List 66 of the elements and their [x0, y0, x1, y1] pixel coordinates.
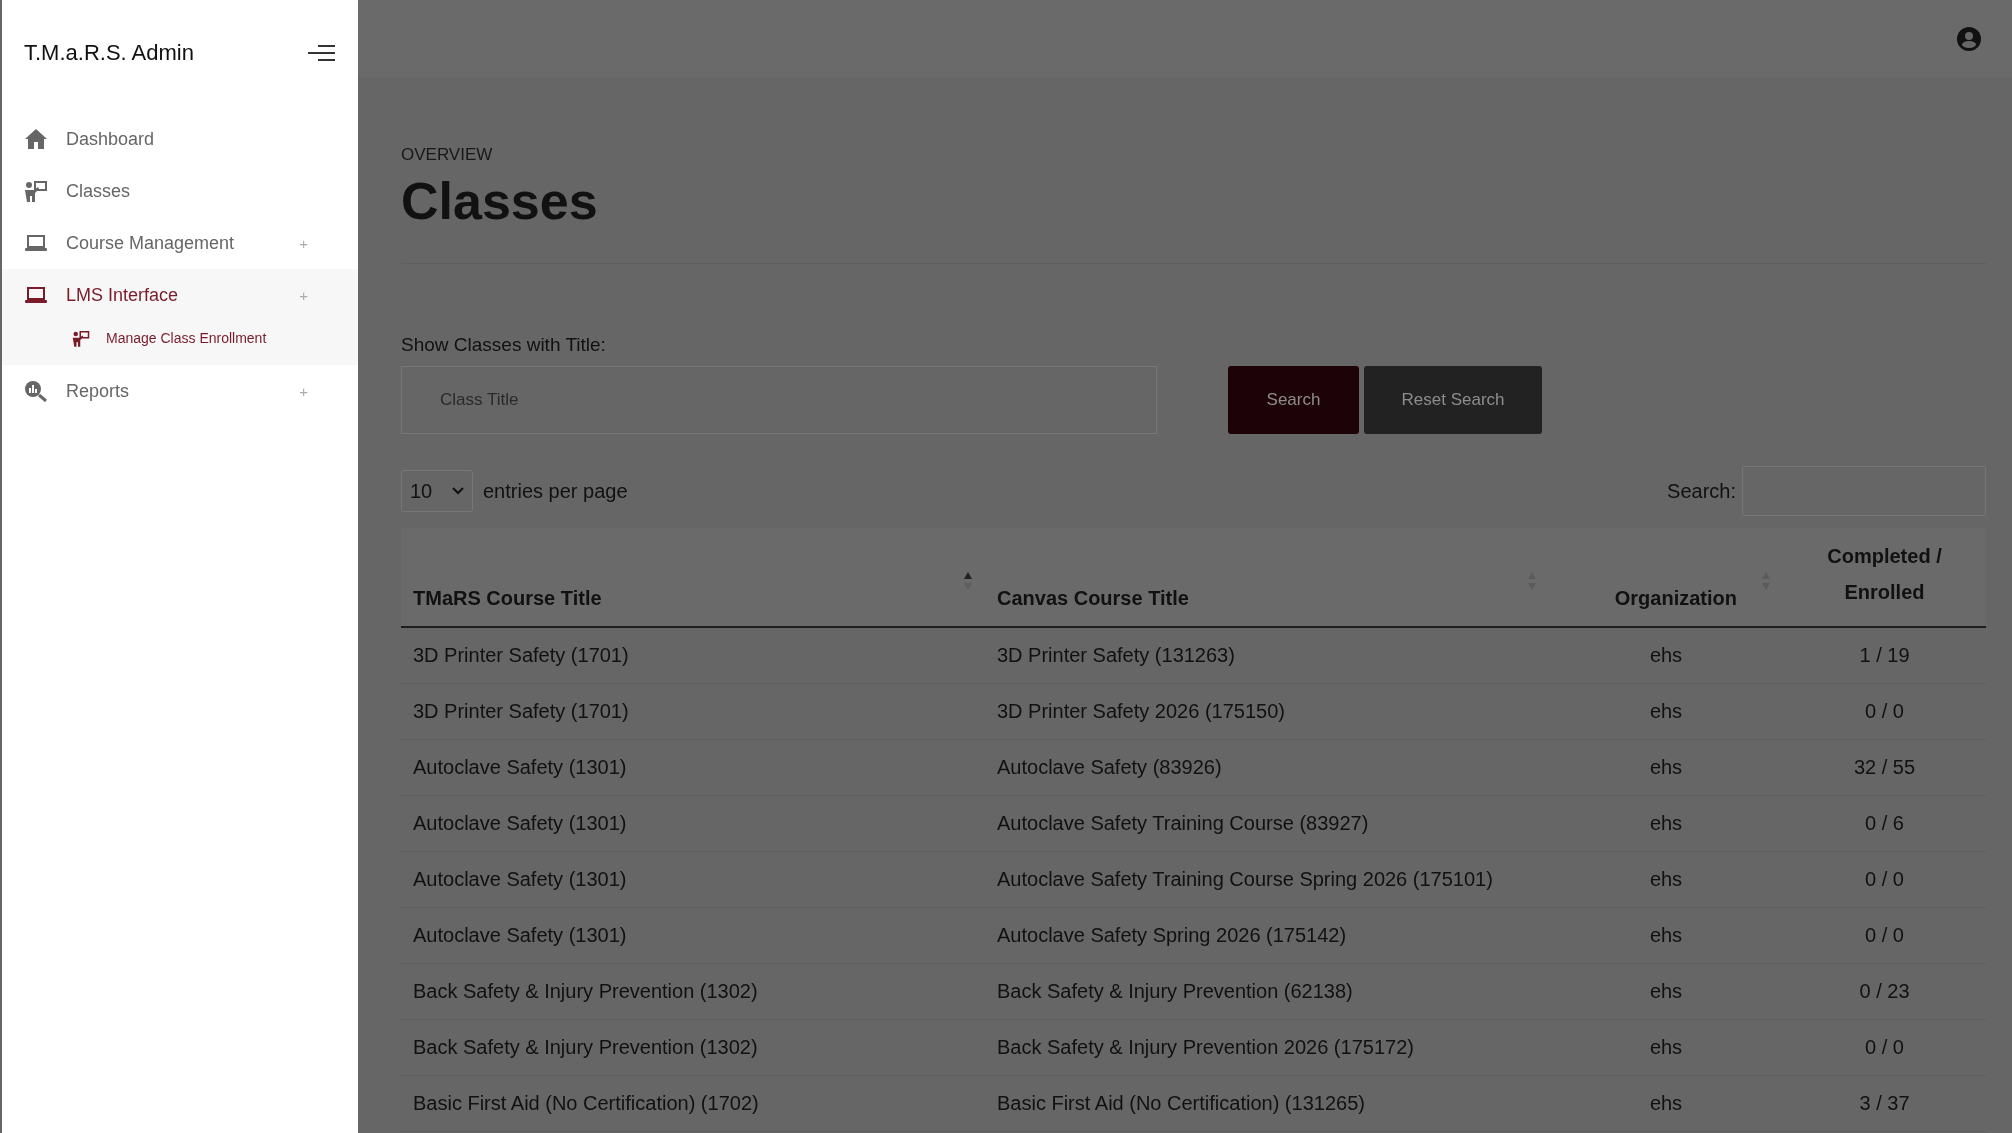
table-cell: ehs [1649, 644, 1683, 666]
table-cell: ehs [1649, 700, 1683, 722]
table-cell: 3D Printer Safety (131263) [997, 644, 1235, 666]
column-header[interactable]: Organization [1614, 587, 1737, 610]
search-button[interactable]: Search [1228, 366, 1359, 434]
table-cell: 0 / 0 [1865, 924, 1904, 946]
page-size-label: entries per page [483, 479, 628, 503]
table-cell: Autoclave Safety (1301) [413, 924, 627, 946]
column-header[interactable]: Canvas Course Title [997, 587, 1189, 610]
table-cell: 0 / 23 [1859, 980, 1910, 1002]
laptop-icon [24, 233, 48, 253]
table-cell: Autoclave Safety Training Course Spring 2026 (175101) [997, 868, 1493, 890]
search-chart-icon [24, 380, 48, 402]
field-label: Show Classes with Title: [401, 334, 607, 356]
table-cell: 0 / 0 [1865, 700, 1904, 722]
sidebar-item[interactable]: Reports + [2, 365, 358, 417]
page-title: Classes [401, 171, 599, 231]
table-cell: 32 / 55 [1853, 756, 1916, 778]
table-cell: Basic First Aid (No Certification) (131265) [997, 1092, 1365, 1114]
table-cell: Basic First Aid (No Certification) (1702) [413, 1092, 759, 1114]
page-size-select[interactable]: 10 [401, 470, 473, 512]
table-cell: 3 / 37 [1859, 1092, 1910, 1114]
reset-button[interactable]: Reset Search [1364, 366, 1542, 434]
table-cell: ehs [1649, 756, 1683, 778]
menu-icon[interactable] [306, 43, 336, 63]
table-cell: Autoclave Safety Training Course (83927) [997, 812, 1369, 834]
table-cell: ehs [1649, 1092, 1683, 1114]
table-cell: 3D Printer Safety (1701) [413, 700, 629, 722]
table-cell: ehs [1649, 924, 1683, 946]
laptop-icon [24, 285, 48, 305]
table-cell: 1 / 19 [1859, 644, 1910, 666]
column-header[interactable]: Completed / Enrolled [1795, 538, 1974, 610]
home-icon [24, 128, 48, 150]
user-avatar-icon[interactable] [1956, 25, 1982, 52]
table-cell: ehs [1649, 980, 1683, 1002]
table-cell: Autoclave Safety (1301) [413, 756, 627, 778]
table-cell: 0 / 0 [1865, 1036, 1904, 1058]
sidebar-item[interactable]: Dashboard [2, 113, 358, 165]
table-cell: 3D Printer Safety (1701) [413, 644, 629, 666]
sidebar-subitem[interactable]: Manage Class Enrollment [2, 321, 358, 365]
search-label: Search: [1667, 479, 1736, 503]
table-cell: ehs [1649, 1036, 1683, 1058]
class-title-field[interactable]: Class Title [401, 366, 1157, 434]
table-cell: Autoclave Safety (1301) [413, 868, 627, 890]
table-cell: 3D Printer Safety 2026 (175150) [997, 700, 1285, 722]
table-cell: ehs [1649, 812, 1683, 834]
teacher-board-icon [24, 180, 48, 202]
page-eyebrow: OVERVIEW [401, 145, 494, 165]
table-cell: 0 / 6 [1865, 812, 1904, 834]
teacher-board-icon [72, 329, 90, 347]
table-cell: Autoclave Safety Spring 2026 (175142) [997, 924, 1347, 946]
sort-ascending-icon[interactable] [963, 571, 973, 591]
table-cell: Back Safety & Injury Prevention (1302) [413, 1036, 758, 1058]
table-cell: Autoclave Safety (83926) [997, 756, 1222, 778]
sidebar-item[interactable]: Classes [2, 165, 358, 217]
table-cell: Back Safety & Injury Prevention 2026 (175172) [997, 1036, 1414, 1058]
table-cell: Back Safety & Injury Prevention (62138) [997, 980, 1353, 1002]
table-cell: ehs [1649, 868, 1683, 890]
column-header[interactable]: TMaRS Course Title [413, 587, 602, 610]
sidebar-item[interactable]: Course Management + [2, 217, 358, 269]
sidebar-item[interactable]: LMS Interface + [2, 269, 358, 321]
table-cell: Autoclave Safety (1301) [413, 812, 627, 834]
app-title: T.M.a.R.S. Admin [24, 40, 194, 66]
table-cell: Back Safety & Injury Prevention (1302) [413, 980, 758, 1002]
table-cell: 0 / 0 [1865, 868, 1904, 890]
chevron-down-icon [452, 487, 464, 495]
